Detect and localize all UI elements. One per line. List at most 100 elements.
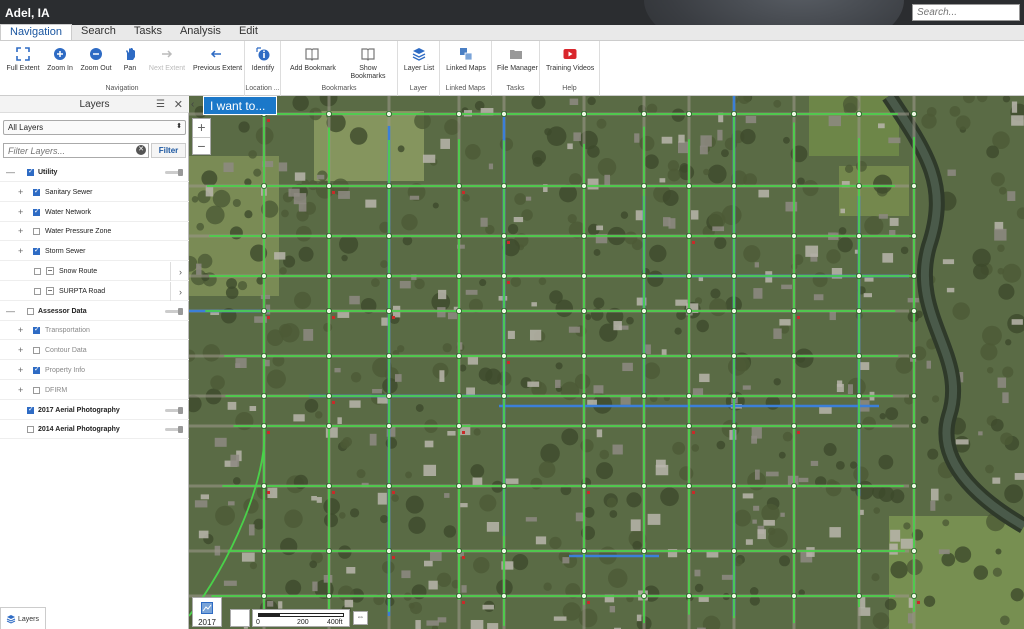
- expand-icon[interactable]: +: [18, 385, 23, 395]
- layer-checkbox[interactable]: [33, 187, 40, 196]
- close-icon[interactable]: ✕: [174, 98, 183, 111]
- layer-checkbox[interactable]: [34, 268, 41, 275]
- collapse-panel-icon[interactable]: ‹: [191, 99, 194, 110]
- expand-icon[interactable]: +: [18, 207, 23, 217]
- layer-checkbox[interactable]: [33, 325, 40, 335]
- full-extent-button[interactable]: Full Extent: [5, 47, 41, 73]
- layer-row[interactable]: + Property Info: [0, 361, 189, 380]
- layer-row[interactable]: 2014 Aerial Photography: [0, 420, 189, 440]
- layer-row[interactable]: + DFIRM: [0, 381, 189, 400]
- layer-row[interactable]: — Assessor Data: [0, 302, 189, 321]
- tab-analysis[interactable]: Analysis: [171, 24, 230, 40]
- tree-canopy: [295, 225, 312, 242]
- add-bookmark-button[interactable]: Add Bookmark: [290, 47, 336, 73]
- tree-canopy: [281, 209, 289, 218]
- layer-checkbox[interactable]: [33, 207, 40, 216]
- layer-row[interactable]: + Storm Sewer: [0, 242, 189, 262]
- next-extent-button[interactable]: Next Extent: [148, 47, 186, 73]
- tree-canopy: [837, 237, 853, 253]
- pan-button[interactable]: Pan: [118, 47, 142, 73]
- layer-checkbox[interactable]: [33, 228, 40, 236]
- expand-icon[interactable]: +: [18, 247, 23, 256]
- map-zoom-out-button[interactable]: −: [193, 137, 210, 155]
- clear-filter-icon[interactable]: ✕: [136, 145, 146, 155]
- manhole-node: [325, 110, 332, 117]
- tree-canopy: [862, 416, 876, 431]
- filter-button[interactable]: Filter: [151, 143, 186, 158]
- file-manager-button[interactable]: File Manager: [497, 47, 538, 73]
- layer-row[interactable]: + Water Pressure Zone: [0, 222, 189, 242]
- layer-checkbox[interactable]: [33, 386, 40, 394]
- tree-canopy: [473, 428, 481, 436]
- collapse-icon[interactable]: —: [6, 168, 15, 177]
- manhole-node: [261, 352, 268, 359]
- layer-row[interactable]: Snow Route ›: [0, 262, 189, 281]
- collapse-icon[interactable]: —: [6, 306, 15, 316]
- building-roof: [230, 454, 240, 467]
- layer-row[interactable]: + Sanitary Sewer: [0, 183, 189, 202]
- building-roof: [840, 208, 846, 214]
- layer-checkbox[interactable]: [33, 365, 40, 374]
- list-menu-icon[interactable]: ☰: [156, 99, 165, 110]
- previous-extent-button[interactable]: Previous Extent: [193, 47, 242, 73]
- basemap-button[interactable]: 2017: [192, 597, 222, 627]
- tab-edit[interactable]: Edit: [230, 24, 267, 40]
- map-zoom-in-button[interactable]: +: [193, 119, 210, 137]
- expand-icon[interactable]: +: [18, 346, 23, 355]
- opacity-slider[interactable]: [165, 406, 183, 414]
- tree-canopy: [890, 561, 908, 579]
- tree-canopy: [609, 510, 618, 518]
- tab-tasks[interactable]: Tasks: [125, 24, 171, 40]
- map-view[interactable]: [189, 96, 1024, 629]
- layer-row[interactable]: + Contour Data: [0, 341, 189, 361]
- expand-icon[interactable]: +: [18, 227, 23, 236]
- building-roof: [888, 137, 901, 144]
- opacity-slider[interactable]: [165, 307, 183, 315]
- building-roof: [223, 162, 234, 173]
- identify-button[interactable]: Identify: [249, 47, 277, 73]
- tab-navigation[interactable]: Navigation: [0, 24, 72, 40]
- building-roof: [878, 214, 888, 219]
- building-roof: [645, 344, 651, 355]
- layer-checkbox[interactable]: [33, 347, 40, 355]
- layer-list-button[interactable]: Layer List: [403, 47, 435, 73]
- tree-canopy: [436, 572, 452, 587]
- expand-icon[interactable]: +: [18, 326, 23, 335]
- layer-checkbox[interactable]: [27, 167, 34, 176]
- opacity-slider[interactable]: [165, 426, 183, 434]
- layer-row[interactable]: SURPTA Road ›: [0, 281, 189, 301]
- linked-maps-button[interactable]: Linked Maps: [446, 47, 486, 73]
- expand-icon[interactable]: +: [18, 366, 23, 375]
- layer-row[interactable]: 2017 Aerial Photography: [0, 401, 189, 420]
- opacity-slider[interactable]: [165, 169, 183, 176]
- layer-filter-select[interactable]: All Layers ⬍: [3, 120, 186, 135]
- training-videos-button[interactable]: Training Videos: [546, 47, 594, 73]
- layer-row[interactable]: + Water Network: [0, 203, 189, 222]
- expand-icon[interactable]: +: [18, 187, 23, 197]
- measure-icon[interactable]: [230, 609, 250, 627]
- chevron-right-icon[interactable]: ›: [179, 267, 182, 277]
- layer-checkbox[interactable]: [27, 426, 34, 434]
- hydrant-marker: [332, 191, 335, 194]
- tab-search[interactable]: Search: [72, 24, 125, 40]
- building-roof: [946, 287, 955, 293]
- layer-checkbox[interactable]: [34, 287, 41, 295]
- show-bookmarks-button[interactable]: Show Bookmarks: [349, 47, 387, 81]
- layer-row[interactable]: + Transportation: [0, 321, 189, 341]
- zoom-out-button[interactable]: Zoom Out: [79, 47, 113, 73]
- global-search-input[interactable]: [912, 4, 1020, 21]
- tree-canopy: [871, 573, 880, 582]
- layer-checkbox[interactable]: [27, 405, 34, 414]
- layer-row[interactable]: — Utility: [0, 163, 189, 182]
- chevron-right-icon[interactable]: ›: [179, 287, 182, 297]
- scale-toggle-icon[interactable]: ⇔: [353, 611, 368, 625]
- layer-checkbox[interactable]: [27, 307, 34, 315]
- i-want-to-button[interactable]: I want to...: [203, 96, 277, 115]
- building-roof: [781, 284, 793, 290]
- zoom-in-button[interactable]: Zoom In: [44, 47, 76, 73]
- full-extent-icon: [16, 47, 30, 61]
- layer-checkbox[interactable]: [33, 246, 40, 256]
- filter-layers-input[interactable]: [3, 143, 149, 158]
- layers-bottom-tab[interactable]: Layers: [0, 607, 46, 629]
- building-roof: [700, 135, 712, 147]
